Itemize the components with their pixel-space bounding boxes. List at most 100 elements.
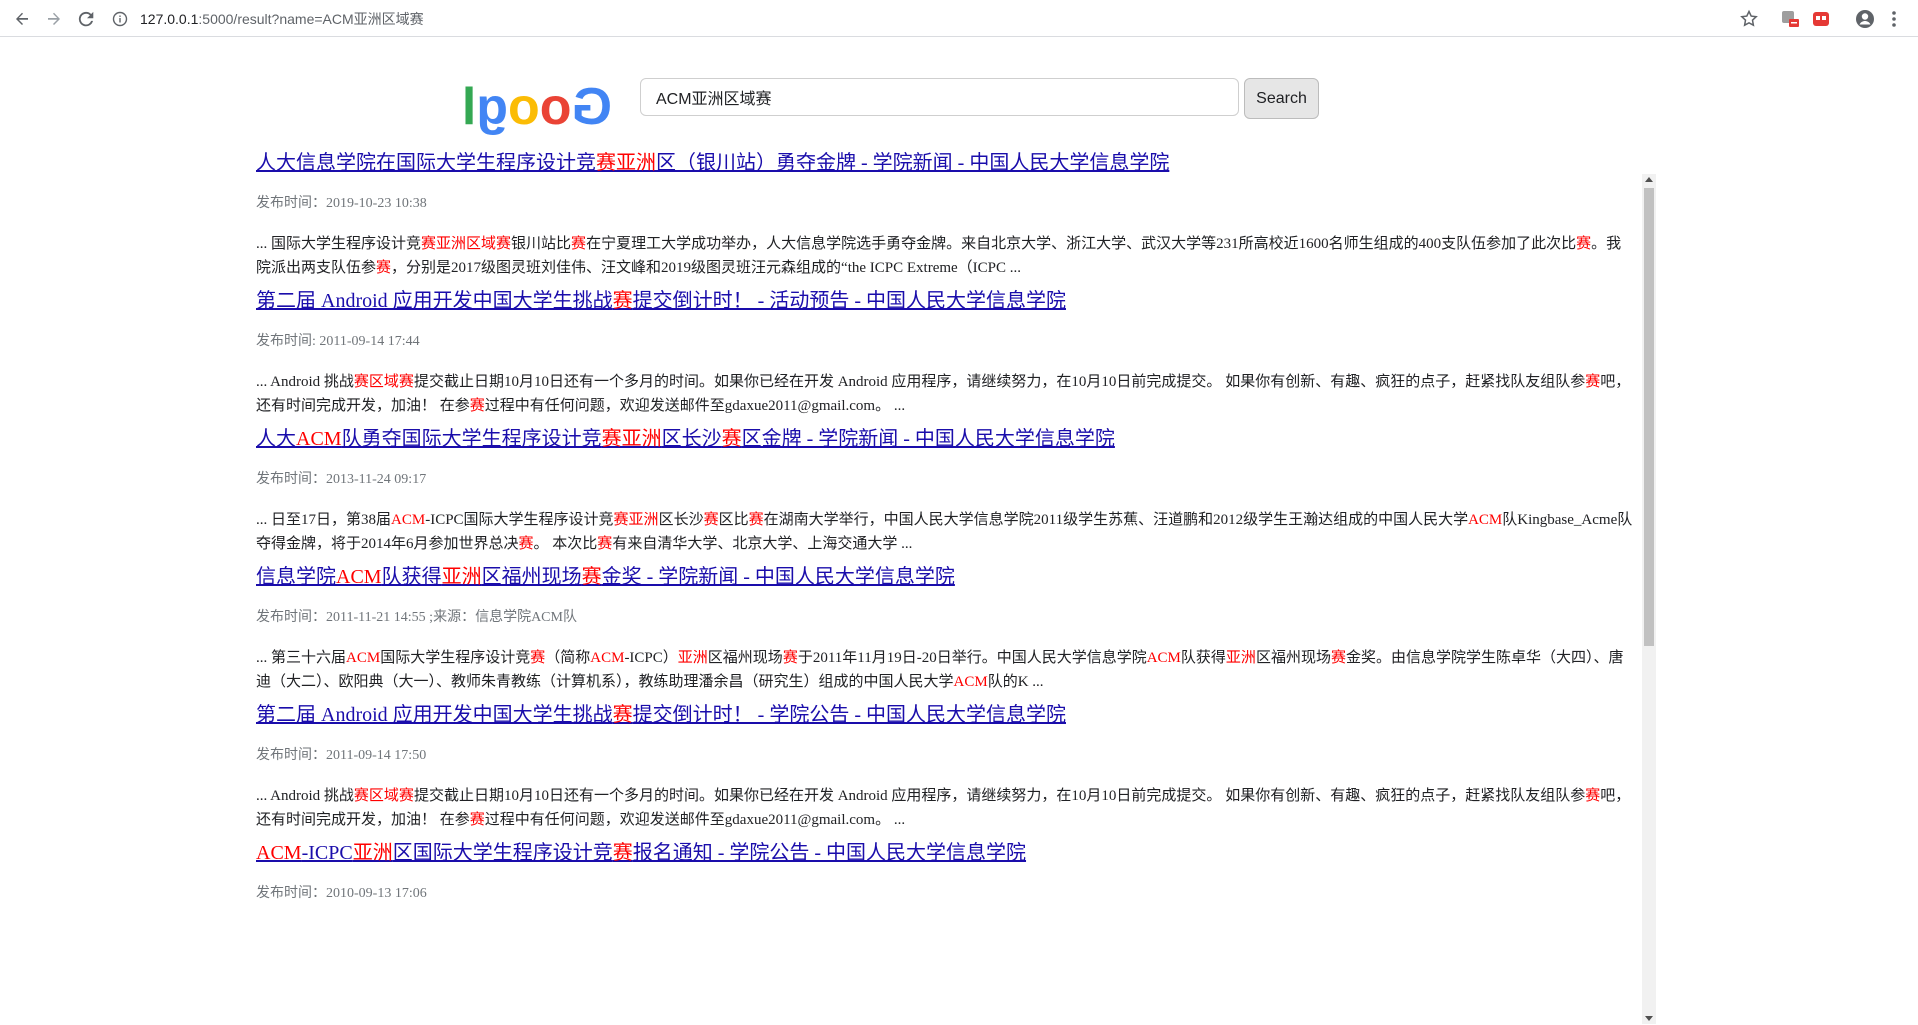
search-input[interactable] bbox=[640, 78, 1239, 116]
snippet-text: （简称 bbox=[545, 650, 591, 666]
snippet-highlight: ACM bbox=[1146, 650, 1181, 666]
logo-icon: Google bbox=[460, 78, 612, 136]
snippet-highlight: ACM bbox=[590, 650, 625, 666]
scrollbar[interactable] bbox=[1642, 174, 1656, 1024]
search-button[interactable]: Search bbox=[1244, 78, 1319, 119]
back-arrow-icon[interactable] bbox=[10, 7, 34, 31]
snippet-text: 区长沙 bbox=[658, 512, 704, 528]
snippet-text: 过程中有任何问题，欢迎发送邮件至gdaxue2011@gmail.com。 ..… bbox=[484, 812, 906, 828]
scroll-up-icon[interactable] bbox=[1645, 177, 1653, 182]
url-host: 127.0.0.1 bbox=[140, 11, 199, 27]
snippet-text: ... 日至17日，第38届 bbox=[256, 512, 392, 528]
url-path: :5000/result?name=ACM亚洲区域赛 bbox=[198, 11, 424, 27]
snippet-text: ... Android 挑战 bbox=[256, 374, 354, 390]
address-bar[interactable]: 127.0.0.1:5000/result?name=ACM亚洲区域赛 bbox=[112, 7, 424, 31]
snippet-highlight: 赛区域赛 bbox=[353, 374, 414, 390]
snippet-text: 在湖南大学举行，中国人民大学信息学院2011级学生苏蕉、汪道鹏和2012级学生王… bbox=[763, 512, 1469, 528]
results-list: 人大信息学院在国际大学生程序设计竞赛亚洲区（银川站）勇夺金牌 - 学院新闻 - … bbox=[256, 150, 1634, 1025]
scroll-down-icon[interactable] bbox=[1645, 1016, 1653, 1021]
result-snippet: ... 第三十六届ACM国际大学生程序设计竞赛（简称ACM-ICPC）亚洲区福州… bbox=[256, 646, 1634, 694]
result-item: 第二届 Android 应用开发中国大学生挑战赛 提交倒计时！ - 学院公告 - … bbox=[256, 702, 1634, 832]
snippet-highlight: 赛 bbox=[597, 536, 613, 552]
snippet-highlight: 赛区域赛 bbox=[353, 788, 414, 804]
menu-dots-icon[interactable] bbox=[1886, 8, 1902, 30]
extension-icon[interactable] bbox=[1780, 8, 1802, 30]
snippet-text: 区福州现场 bbox=[707, 650, 783, 666]
snippet-text: 过程中有任何问题，欢迎发送邮件至gdaxue2011@gmail.com。 ..… bbox=[484, 398, 906, 414]
result-item: 人大ACM队勇夺国际大学生程序设计竞赛亚洲区长沙赛区金牌 - 学院新闻 - 中国… bbox=[256, 426, 1634, 556]
title-text: 区福州现场 bbox=[481, 566, 582, 588]
snippet-highlight: 赛 bbox=[530, 650, 546, 666]
snippet-highlight: 亚洲 bbox=[1225, 650, 1256, 666]
page-content: Google Search 人大信息学院在国际大学生程序设计竞赛亚洲区（银川站）… bbox=[0, 38, 1918, 1024]
snippet-text: 国际大学生程序设计竞 bbox=[380, 650, 531, 666]
result-title-link[interactable]: 人大ACM队勇夺国际大学生程序设计竞赛亚洲区长沙赛区金牌 - 学院新闻 - 中国… bbox=[256, 426, 1634, 452]
title-text: 区金牌 - 学院新闻 - 中国人民大学信息学院 bbox=[741, 428, 1115, 450]
result-title-link[interactable]: 信息学院ACM队获得亚洲区福州现场赛金奖 - 学院新闻 - 中国人民大学信息学院 bbox=[256, 564, 1634, 590]
snippet-highlight: 赛 bbox=[571, 236, 587, 252]
snippet-text: 于2011年11月19日-20日举行。中国人民大学信息学院 bbox=[797, 650, 1147, 666]
title-highlight: 亚洲 bbox=[352, 842, 393, 864]
title-highlight: ACM bbox=[256, 842, 302, 864]
scroll-thumb[interactable] bbox=[1644, 188, 1654, 646]
snippet-text: 队获得 bbox=[1180, 650, 1226, 666]
snippet-text: 提交截止日期10月10日还有一个多月的时间。如果你已经在开发 Android 应… bbox=[413, 374, 1586, 390]
title-text: 第二届 Android 应用开发中国大学生挑战 bbox=[256, 704, 613, 726]
result-snippet: ... 国际大学生程序设计竞赛亚洲区域赛银川站比赛在宁夏理工大学成功举办，人大信… bbox=[256, 232, 1634, 280]
title-text: 人大信息学院在国际大学生程序设计竞 bbox=[256, 152, 596, 174]
snippet-text: 区比 bbox=[718, 512, 749, 528]
result-date: 发布时间：2011-11-21 14:55 ;来源：信息学院ACM队 bbox=[256, 610, 577, 625]
result-item: 人大信息学院在国际大学生程序设计竞赛亚洲区（银川站）勇夺金牌 - 学院新闻 - … bbox=[256, 150, 1634, 280]
result-date: 发布时间：2013-11-24 09:17 bbox=[256, 472, 427, 487]
title-highlight: 赛 bbox=[612, 290, 633, 312]
reload-icon[interactable] bbox=[74, 7, 98, 31]
result-snippet: ... Android 挑战赛区域赛提交截止日期10月10日还有一个多月的时间。… bbox=[256, 370, 1634, 418]
title-highlight: 赛 bbox=[721, 428, 742, 450]
svg-text:Google: Google bbox=[460, 78, 612, 136]
snippet-text: ... Android 挑战 bbox=[256, 788, 354, 804]
result-item: 信息学院ACM队获得亚洲区福州现场赛金奖 - 学院新闻 - 中国人民大学信息学院… bbox=[256, 564, 1634, 694]
result-title-link[interactable]: ACM-ICPC亚洲区国际大学生程序设计竞赛报名通知 - 学院公告 - 中国人民… bbox=[256, 840, 1634, 866]
snippet-text: ... 第三十六届 bbox=[256, 650, 347, 666]
title-text: 区（银川站）勇夺金牌 - 学院新闻 - 中国人民大学信息学院 bbox=[656, 152, 1170, 174]
title-highlight: 赛 bbox=[612, 842, 633, 864]
title-highlight: 赛亚洲 bbox=[601, 428, 662, 450]
title-text: 队勇夺国际大学生程序设计竞 bbox=[341, 428, 602, 450]
title-text: 区长沙 bbox=[661, 428, 722, 450]
result-date: 发布时间：2010-09-13 17:06 bbox=[256, 886, 427, 901]
title-highlight: ACM bbox=[336, 566, 382, 588]
result-item: 第二届 Android 应用开发中国大学生挑战赛提交倒计时！ - 活动预告 - … bbox=[256, 288, 1634, 418]
title-highlight: 亚洲 bbox=[441, 566, 482, 588]
title-text: 提交倒计时！ - 学院公告 - 中国人民大学信息学院 bbox=[632, 704, 1066, 726]
result-date: 发布时间：2019-10-23 10:38 bbox=[256, 196, 427, 211]
snippet-highlight: 赛 bbox=[1576, 236, 1592, 252]
title-text: 区国际大学生程序设计竞 bbox=[392, 842, 613, 864]
snippet-highlight: ACM bbox=[953, 674, 988, 690]
result-date: 发布时间：2011-09-14 17:50 bbox=[256, 748, 427, 763]
snippet-highlight: 赛亚洲 bbox=[613, 512, 659, 528]
title-text: 提交倒计时！ - 活动预告 - 中国人民大学信息学院 bbox=[632, 290, 1066, 312]
forward-arrow-icon[interactable] bbox=[42, 7, 66, 31]
snippet-text: 在宁夏理工大学成功举办，人大信息学院选手勇夺金牌。来自北京大学、浙江大学、武汉大… bbox=[586, 236, 1577, 252]
title-text: 队获得 bbox=[381, 566, 442, 588]
snippet-highlight: 赛 bbox=[376, 260, 392, 276]
result-title-link[interactable]: 第二届 Android 应用开发中国大学生挑战赛提交倒计时！ - 学院公告 - … bbox=[256, 702, 1634, 728]
account-icon[interactable] bbox=[1854, 8, 1876, 30]
snippet-highlight: 赛 bbox=[782, 650, 798, 666]
title-text: 第二届 Android 应用开发中国大学生挑战 bbox=[256, 290, 613, 312]
snippet-highlight: ACM bbox=[391, 512, 426, 528]
result-date: 发布时间: 2011-09-14 17:44 bbox=[256, 334, 420, 349]
snippet-highlight: 赛 bbox=[748, 512, 764, 528]
snippet-text: 有来自清华大学、北京大学、上海交通大学 ... bbox=[612, 536, 913, 552]
result-title-link[interactable]: 人大信息学院在国际大学生程序设计竞赛亚洲区（银川站）勇夺金牌 - 学院新闻 - … bbox=[256, 150, 1634, 176]
star-icon[interactable] bbox=[1738, 8, 1760, 30]
snippet-text: ... 国际大学生程序设计竞 bbox=[256, 236, 422, 252]
snippet-text: 提交截止日期10月10日还有一个多月的时间。如果你已经在开发 Android 应… bbox=[413, 788, 1586, 804]
result-title-link[interactable]: 第二届 Android 应用开发中国大学生挑战赛提交倒计时！ - 活动预告 - … bbox=[256, 288, 1634, 314]
extension-red-icon[interactable] bbox=[1810, 8, 1832, 30]
snippet-text: 队的K ... bbox=[987, 674, 1044, 690]
snippet-highlight: 亚洲 bbox=[677, 650, 708, 666]
snippet-highlight: 赛 bbox=[469, 398, 485, 414]
snippet-highlight: 赛 bbox=[469, 812, 485, 828]
info-icon[interactable] bbox=[112, 11, 128, 27]
